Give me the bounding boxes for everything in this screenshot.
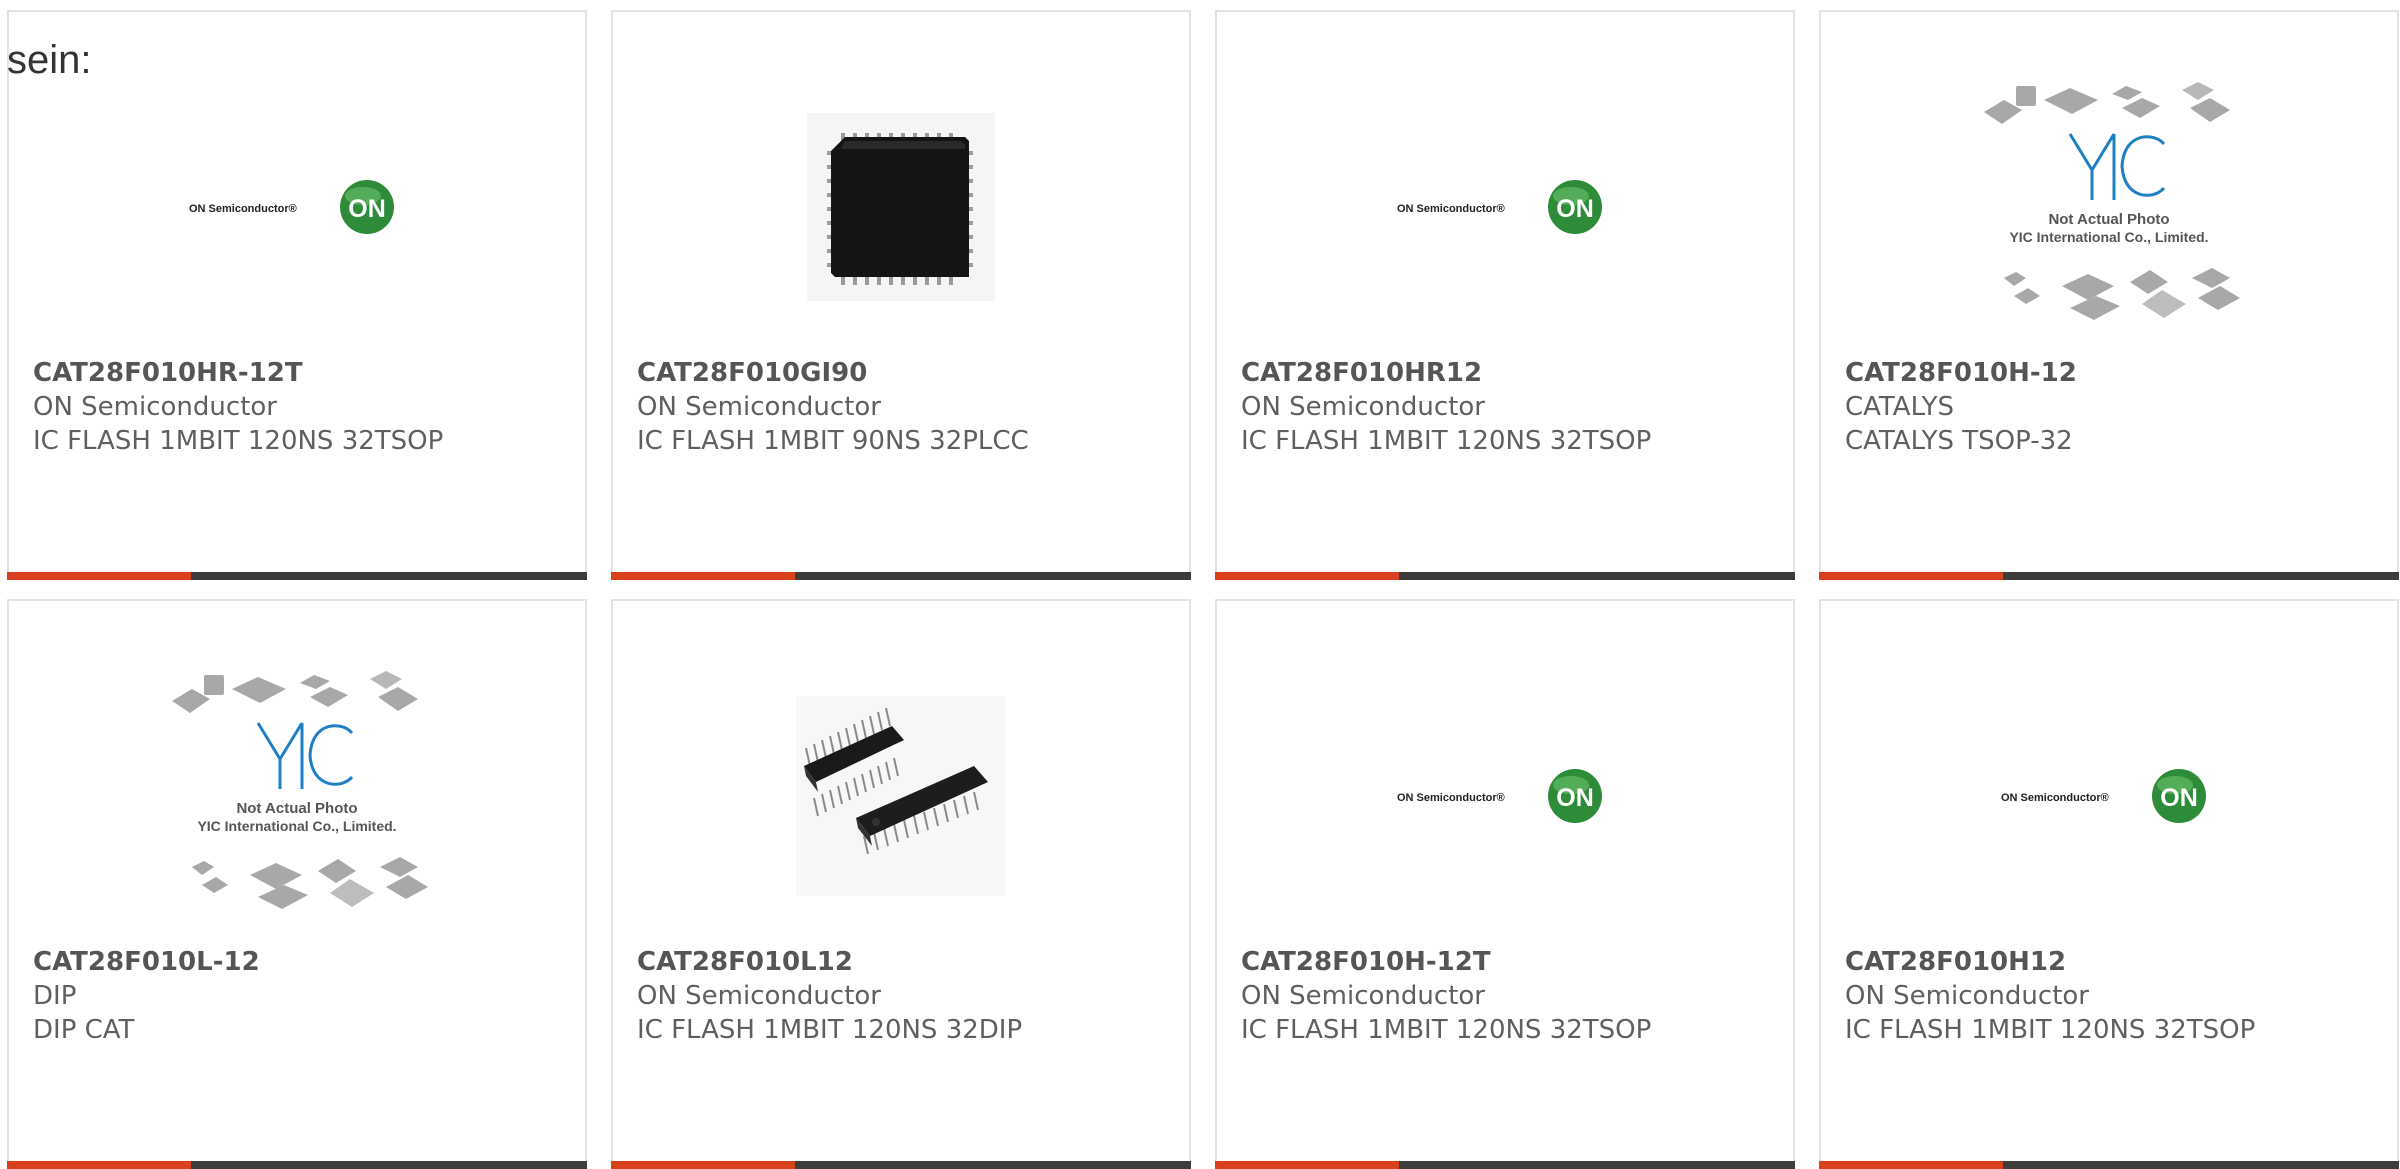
product-image[interactable]: ON Semiconductor® ON <box>1821 671 2397 921</box>
part-number[interactable]: CAT28F010H-12 <box>1845 356 2077 390</box>
dip-chip-photo <box>796 696 1006 896</box>
card-footer-bar <box>611 1161 1191 1169</box>
card-footer-bar <box>7 1161 587 1169</box>
part-number[interactable]: CAT28F010H12 <box>1845 945 2255 979</box>
part-number[interactable]: CAT28F010HR-12T <box>33 356 443 390</box>
part-number[interactable]: CAT28F010H-12T <box>1241 945 1651 979</box>
description: IC FLASH 1MBIT 120NS 32TSOP <box>1241 1015 1652 1045</box>
intro-text: sein: <box>7 38 92 82</box>
logo-brand-text: ON Semiconductor® <box>1397 203 1505 215</box>
product-card[interactable]: ON Semiconductor® ON CAT28F010H12 ON Sem… <box>1819 599 2399 1169</box>
plcc-chip-photo <box>807 113 995 301</box>
part-number[interactable]: CAT28F010HR12 <box>1241 356 1651 390</box>
description: IC FLASH 1MBIT 120NS 32DIP <box>637 1015 1023 1045</box>
on-semiconductor-logo: ON Semiconductor® ON <box>189 180 394 234</box>
card-footer-bar <box>611 572 1191 580</box>
product-card[interactable]: CAT28F010GI90 ON Semiconductor IC FLASH … <box>611 10 1191 580</box>
description: IC FLASH 1MBIT 120NS 32TSOP <box>1845 1015 2256 1045</box>
on-semiconductor-logo: ON Semiconductor® ON <box>1397 769 1602 823</box>
card-footer-bar <box>7 572 587 580</box>
manufacturer: ON Semiconductor <box>33 392 277 422</box>
logo-badge-text: ON <box>2160 784 2198 812</box>
manufacturer: DIP <box>33 981 77 1011</box>
card-footer-bar <box>1819 1161 2399 1169</box>
product-image[interactable]: Not Actual Photo YIC International Co., … <box>9 671 585 921</box>
manufacturer: ON Semiconductor <box>637 392 881 422</box>
description: CATALYS TSOP-32 <box>1845 426 2073 456</box>
placeholder-line1: Not Actual Photo <box>236 800 357 817</box>
logo-badge-text: ON <box>1556 784 1594 812</box>
manufacturer: ON Semiconductor <box>1241 981 1485 1011</box>
product-card[interactable]: Not Actual Photo YIC International Co., … <box>1819 10 2399 580</box>
manufacturer: ON Semiconductor <box>1241 392 1485 422</box>
yic-placeholder: Not Actual Photo YIC International Co., … <box>1984 82 2240 320</box>
description: IC FLASH 1MBIT 90NS 32PLCC <box>637 426 1029 456</box>
placeholder-line2: YIC International Co., Limited. <box>2009 229 2208 245</box>
product-card[interactable]: ON Semiconductor® ON CAT28F010HR12 ON Se… <box>1215 10 1795 580</box>
placeholder-line2: YIC International Co., Limited. <box>197 818 396 834</box>
placeholder-line1: Not Actual Photo <box>2048 211 2169 228</box>
description: IC FLASH 1MBIT 120NS 32TSOP <box>1241 426 1652 456</box>
description: IC FLASH 1MBIT 120NS 32TSOP <box>33 426 444 456</box>
description: DIP CAT <box>33 1015 135 1045</box>
on-semiconductor-logo: ON Semiconductor® ON <box>1397 180 1602 234</box>
product-image[interactable]: Not Actual Photo YIC International Co., … <box>1821 82 2397 332</box>
product-card[interactable]: CAT28F010L12 ON Semiconductor IC FLASH 1… <box>611 599 1191 1169</box>
manufacturer: CATALYS <box>1845 392 1954 422</box>
manufacturer: ON Semiconductor <box>637 981 881 1011</box>
logo-brand-text: ON Semiconductor® <box>2001 792 2109 804</box>
yic-placeholder: Not Actual Photo YIC International Co., … <box>172 671 428 909</box>
product-image[interactable]: ON Semiconductor® ON <box>1217 671 1793 921</box>
logo-badge-text: ON <box>348 195 386 223</box>
part-number[interactable]: CAT28F010GI90 <box>637 356 1029 390</box>
logo-brand-text: ON Semiconductor® <box>189 203 297 215</box>
card-footer-bar <box>1819 572 2399 580</box>
on-semiconductor-logo: ON Semiconductor® ON <box>2001 769 2206 823</box>
product-card[interactable]: ON Semiconductor® ON CAT28F010HR-12T ON … <box>7 10 587 580</box>
part-number[interactable]: CAT28F010L-12 <box>33 945 260 979</box>
product-image[interactable] <box>613 671 1189 921</box>
part-number[interactable]: CAT28F010L12 <box>637 945 1022 979</box>
logo-brand-text: ON Semiconductor® <box>1397 792 1505 804</box>
product-image[interactable]: ON Semiconductor® ON <box>9 82 585 332</box>
product-image[interactable]: ON Semiconductor® ON <box>1217 82 1793 332</box>
product-card[interactable]: ON Semiconductor® ON CAT28F010H-12T ON S… <box>1215 599 1795 1169</box>
card-footer-bar <box>1215 1161 1795 1169</box>
product-card[interactable]: Not Actual Photo YIC International Co., … <box>7 599 587 1169</box>
product-image[interactable] <box>613 82 1189 332</box>
manufacturer: ON Semiconductor <box>1845 981 2089 1011</box>
card-footer-bar <box>1215 572 1795 580</box>
logo-badge-text: ON <box>1556 195 1594 223</box>
